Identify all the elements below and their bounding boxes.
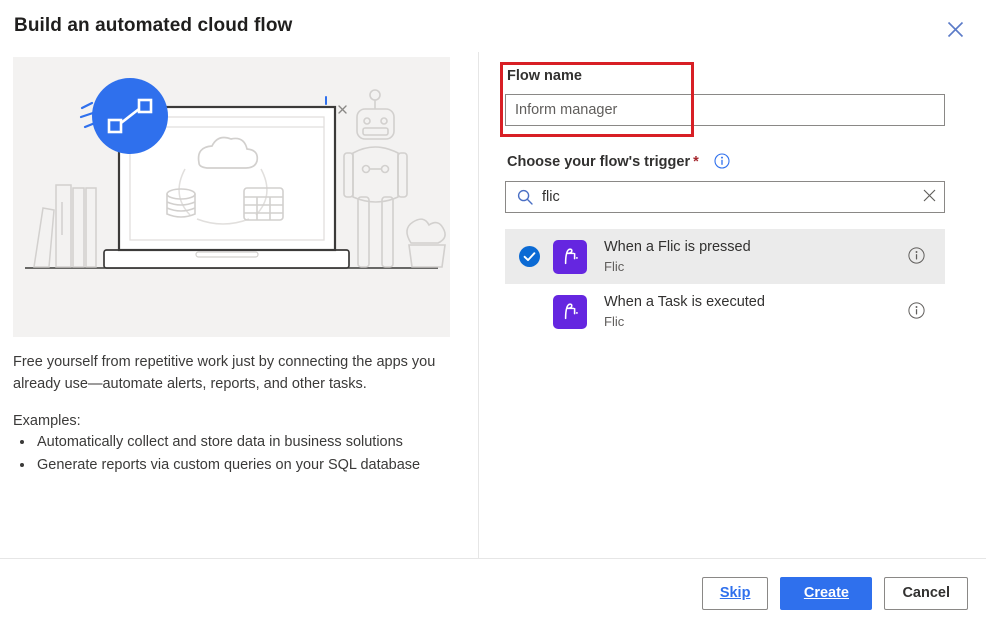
trigger-search-box[interactable] — [505, 181, 945, 213]
required-asterisk: * — [693, 154, 699, 170]
selected-check-icon — [505, 246, 553, 267]
flow-name-input[interactable] — [505, 94, 945, 126]
clear-icon — [923, 189, 936, 205]
trigger-results-list: When a Flic is pressed Flic When a Task … — [505, 229, 945, 339]
info-icon — [907, 246, 925, 267]
examples-heading: Examples: — [13, 413, 81, 429]
dialog-footer: Skip Create Cancel — [0, 559, 986, 627]
automated-cloud-flow-illustration — [13, 57, 450, 337]
examples-list: Automatically collect and store data in … — [13, 431, 475, 477]
flow-name-label: Flow name — [507, 68, 582, 84]
search-icon — [517, 189, 533, 205]
cancel-button[interactable]: Cancel — [884, 576, 968, 610]
info-icon — [907, 301, 925, 322]
skip-button-label: Skip — [719, 585, 751, 601]
trigger-info-button[interactable] — [899, 240, 933, 274]
info-icon[interactable] — [714, 153, 730, 169]
search-input[interactable] — [542, 182, 914, 212]
flic-icon — [553, 294, 587, 329]
close-button[interactable] — [938, 12, 972, 46]
trigger-label-text: Choose your flow's trigger — [507, 154, 691, 170]
trigger-label: Choose your flow's trigger * — [507, 154, 699, 170]
clear-search-button[interactable] — [914, 182, 944, 212]
trigger-name: When a Flic is pressed — [604, 238, 751, 255]
left-info-panel: Free yourself from repetitive work just … — [0, 48, 478, 558]
trigger-source: Flic — [604, 313, 625, 329]
flic-icon — [553, 239, 587, 274]
skip-button[interactable]: Skip — [701, 576, 769, 610]
page-title: Build an automated cloud flow — [14, 15, 293, 36]
trigger-source: Flic — [604, 258, 625, 274]
list-item: Automatically collect and store data in … — [35, 431, 475, 454]
trigger-text-group: When a Task is executed Flic — [604, 293, 899, 331]
trigger-result-row[interactable]: When a Task is executed Flic — [505, 284, 945, 339]
cancel-button-label: Cancel — [902, 585, 950, 601]
close-icon — [947, 21, 964, 38]
trigger-result-row[interactable]: When a Flic is pressed Flic — [505, 229, 945, 284]
trigger-text-group: When a Flic is pressed Flic — [604, 238, 899, 276]
create-button[interactable]: Create — [780, 576, 873, 610]
right-form-panel: Flow name Choose your flow's trigger* — [479, 48, 986, 558]
trigger-name: When a Task is executed — [604, 293, 765, 310]
create-button-label: Create — [803, 585, 849, 601]
trigger-info-button[interactable] — [899, 295, 933, 329]
list-item: Generate reports via custom queries on y… — [35, 454, 475, 477]
intro-text: Free yourself from repetitive work just … — [13, 354, 436, 392]
